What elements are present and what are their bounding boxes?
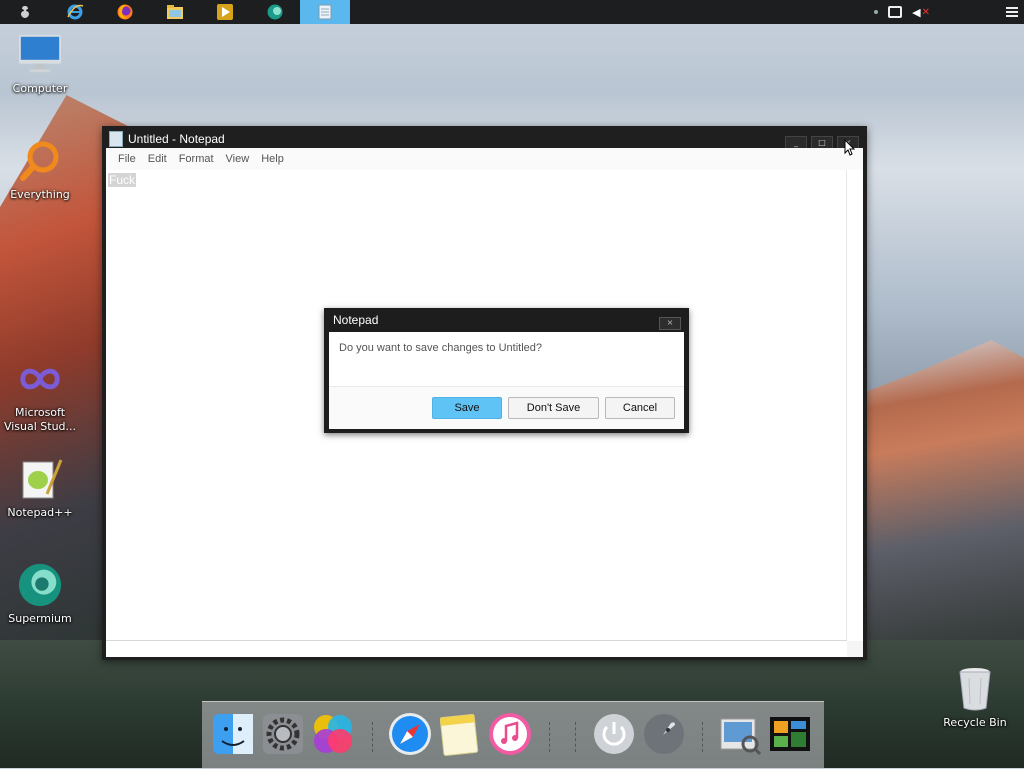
cancel-button[interactable]: Cancel	[605, 397, 675, 419]
desktop-icon-label: Everything	[10, 188, 70, 201]
desktop-icon-everything[interactable]: Everything	[0, 138, 80, 202]
taskbar-notepad[interactable]	[300, 0, 350, 24]
save-button[interactable]: Save	[432, 397, 502, 419]
recycle-bin-icon	[952, 666, 998, 712]
dock-preview[interactable]	[717, 711, 763, 757]
system-tray: ◀ ✕	[874, 0, 1024, 24]
desktop-icon-label: Supermium	[8, 612, 72, 625]
network-icon[interactable]	[888, 6, 903, 18]
dock-separator	[575, 722, 577, 752]
menu-help[interactable]: Help	[255, 153, 290, 165]
tray-dot-icon[interactable]	[874, 10, 879, 14]
notepad-icon	[109, 131, 123, 147]
search-magnifier-icon	[17, 138, 63, 184]
computer-icon	[17, 32, 63, 78]
taskbar-supermium[interactable]	[250, 0, 300, 24]
taskbar-explorer[interactable]	[150, 0, 200, 24]
taskbar-firefox[interactable]	[100, 0, 150, 24]
dock-separator	[702, 722, 704, 752]
editor-content[interactable]: Fuck	[108, 173, 137, 187]
dock-dashboard[interactable]	[767, 711, 813, 757]
desktop-icon-computer[interactable]: Computer	[0, 32, 80, 96]
dashboard-icon	[770, 717, 810, 751]
dialog-body: Do you want to save changes to Untitled?…	[329, 332, 684, 429]
ie-icon	[67, 4, 84, 20]
notepad-plus-plus-icon	[17, 456, 63, 502]
start-icon	[21, 6, 29, 18]
taskbar-media-player[interactable]	[200, 0, 250, 24]
dock-separator	[549, 722, 551, 752]
vertical-scrollbar[interactable]	[846, 170, 863, 640]
dialog-title: Notepad	[333, 313, 379, 327]
desktop-icon-notepadpp[interactable]: Notepad++	[0, 456, 80, 520]
visual-studio-icon	[17, 356, 63, 402]
rocket-icon	[644, 714, 684, 754]
media-player-icon	[217, 4, 233, 20]
resize-grip[interactable]	[847, 641, 863, 657]
menu-bar: File Edit Format View Help	[106, 148, 863, 170]
menu-view[interactable]: View	[220, 153, 256, 165]
notepad-icon	[318, 4, 332, 20]
menu-file[interactable]: File	[112, 153, 142, 165]
dont-save-button[interactable]: Don't Save	[508, 397, 599, 419]
dock-itunes[interactable]	[487, 711, 533, 757]
desktop-icon-visual-studio[interactable]: Microsoft Visual Stud...	[0, 356, 80, 434]
window-title: Untitled - Notepad	[128, 132, 225, 146]
taskbar: ◀ ✕	[0, 0, 1024, 24]
dock-launchpad[interactable]	[641, 711, 687, 757]
game-center-icon	[314, 715, 352, 753]
gear-icon	[263, 714, 303, 754]
desktop-icon-recycle-bin[interactable]: Recycle Bin	[935, 666, 1015, 730]
dock-finder[interactable]	[210, 711, 256, 757]
menu-icon[interactable]	[1006, 7, 1018, 17]
dock-game-center[interactable]	[310, 711, 356, 757]
safari-compass-icon	[389, 713, 431, 755]
dialog-message: Do you want to save changes to Untitled?	[339, 342, 543, 354]
supermium-icon	[17, 562, 63, 608]
volume-muted-icon[interactable]: ◀	[912, 6, 920, 19]
desktop-icon-label: Computer	[12, 82, 68, 95]
taskbar-ie[interactable]	[50, 0, 100, 24]
menu-edit[interactable]: Edit	[142, 153, 173, 165]
firefox-icon	[117, 4, 133, 20]
folder-icon	[167, 5, 183, 19]
mute-x-icon: ✕	[921, 6, 930, 18]
power-icon	[594, 714, 634, 754]
dialog-close-button[interactable]: ×	[659, 317, 681, 330]
itunes-icon	[489, 713, 531, 755]
dock-notes[interactable]	[437, 711, 483, 757]
horizontal-scrollbar[interactable]	[106, 640, 847, 657]
preview-icon	[720, 718, 762, 756]
dock-safari[interactable]	[387, 711, 433, 757]
dock-shutdown[interactable]	[591, 711, 637, 757]
save-changes-dialog: Notepad × Do you want to save changes to…	[324, 308, 689, 433]
notes-icon	[439, 714, 479, 756]
start-button[interactable]	[0, 0, 50, 24]
mouse-cursor-icon	[844, 139, 856, 156]
desktop-icon-label: Microsoft Visual Stud...	[3, 406, 77, 433]
dock-separator	[372, 722, 374, 752]
dialog-footer: Save Don't Save Cancel	[329, 386, 684, 429]
finder-icon	[213, 714, 253, 754]
desktop-icon-supermium[interactable]: Supermium	[0, 562, 80, 626]
supermium-icon	[267, 4, 283, 20]
menu-format[interactable]: Format	[173, 153, 220, 165]
desktop-icon-label: Recycle Bin	[943, 716, 1007, 729]
dock-system-preferences[interactable]	[260, 711, 306, 757]
dock	[202, 701, 824, 769]
desktop-icon-label: Notepad++	[7, 506, 73, 519]
